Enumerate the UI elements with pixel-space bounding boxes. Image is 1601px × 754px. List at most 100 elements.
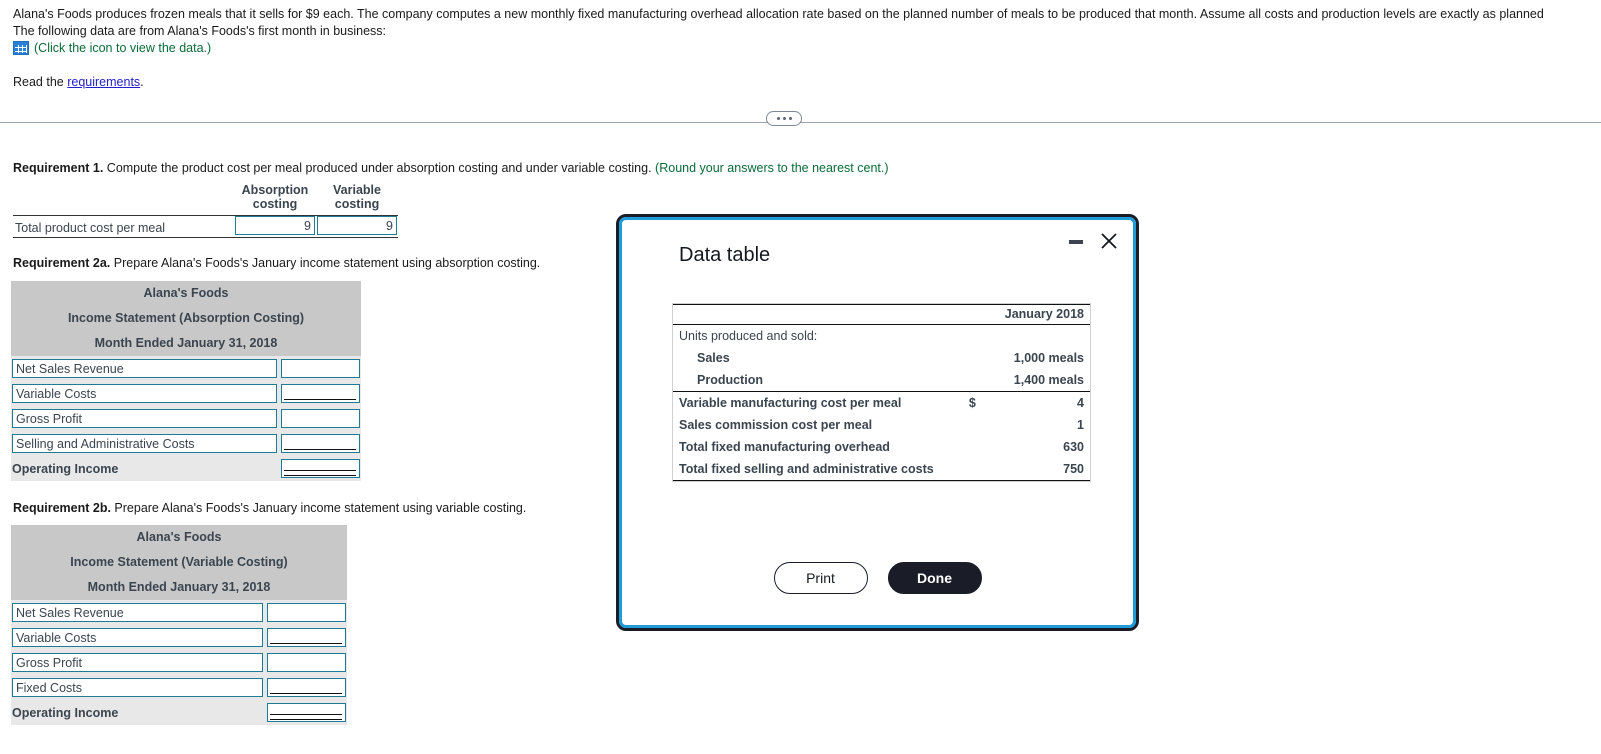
req1-variable-cell — [316, 215, 398, 238]
line-item-amount-input[interactable] — [281, 359, 360, 378]
data-row-amount: 1 — [1077, 418, 1084, 432]
data-row-currency — [963, 414, 991, 436]
operating-income-label: Operating Income — [11, 456, 279, 481]
row-label-cell — [11, 356, 279, 381]
table-row: Units produced and sold: — [673, 325, 1090, 348]
requirements-link[interactable]: requirements — [67, 75, 140, 89]
requirement-2b-heading: Requirement 2b. Prepare Alana's Foods's … — [13, 501, 526, 515]
data-row-amount: 1,000 meals — [1013, 351, 1084, 365]
requirement-1-table: Absorption costing Variable costing Tota… — [13, 183, 398, 238]
table-row: Sales commission cost per meal 1 — [673, 414, 1090, 436]
line-item-label-input[interactable] — [12, 384, 277, 403]
table-row: Sales 1,000 meals — [673, 347, 1090, 369]
row-label-cell — [11, 625, 265, 650]
close-icon[interactable] — [1099, 231, 1119, 251]
minimize-icon[interactable] — [1069, 231, 1084, 249]
line-item-amount-input[interactable] — [267, 628, 346, 647]
req1-absorption-cell — [234, 215, 316, 238]
row-value-cell — [279, 406, 361, 431]
dot-icon — [788, 117, 792, 120]
req1-row-label: Total product cost per meal — [13, 215, 234, 238]
data-table-content: January 2018 Units produced and sold: Sa… — [672, 303, 1091, 482]
row-value-cell — [279, 431, 361, 456]
page-root: Alana's Foods produces frozen meals that… — [0, 0, 1601, 754]
operating-income-label: Operating Income — [11, 700, 265, 725]
line-item-amount-input[interactable] — [281, 409, 360, 428]
table-row — [11, 675, 347, 700]
statement-title-company: Alana's Foods — [11, 281, 361, 306]
data-row-amount: 4 — [1077, 396, 1084, 410]
table-row: Total fixed manufacturing overhead 630 — [673, 436, 1090, 458]
problem-line-2: The following data are from Alana's Food… — [13, 24, 387, 38]
read-suffix: . — [140, 75, 144, 89]
data-row-currency — [962, 458, 991, 481]
statement-title-row: Month Ended January 31, 2018 — [11, 331, 361, 356]
data-table-dialog: Data table January 2018 Units produced a… — [616, 214, 1139, 631]
row-label-cell — [11, 431, 279, 456]
row-value-cell — [265, 650, 347, 675]
absorption-income-statement: Alana's Foods Income Statement (Absorpti… — [11, 281, 361, 481]
requirement-1-heading: Requirement 1. Compute the product cost … — [13, 161, 889, 175]
line-item-label-input[interactable] — [12, 678, 263, 697]
requirement-2a-heading: Requirement 2a. Prepare Alana's Foods's … — [13, 256, 540, 270]
data-row-amount: 750 — [990, 458, 1090, 481]
row-label-cell — [11, 675, 265, 700]
line-item-amount-input[interactable] — [267, 603, 346, 622]
data-icon-caption: (Click the icon to view the data.) — [34, 41, 212, 55]
dot-icon — [782, 117, 786, 120]
line-item-label-input[interactable] — [12, 359, 277, 378]
req1-blank-header — [13, 183, 234, 216]
line-item-label-input[interactable] — [12, 653, 263, 672]
operating-income-input[interactable] — [281, 459, 360, 478]
requirement-1-label: Requirement 1. — [13, 161, 104, 175]
dialog-inner: Data table January 2018 Units produced a… — [619, 217, 1136, 628]
data-table-icon-row[interactable]: (Click the icon to view the data.) — [13, 41, 211, 55]
data-row-name: Total fixed selling and administrative c… — [673, 458, 963, 481]
req1-header-variable-line1: Variable — [333, 183, 381, 197]
line-item-amount-input[interactable] — [267, 678, 346, 697]
row-label-cell — [11, 406, 279, 431]
statement-title-row: Alana's Foods — [11, 525, 347, 550]
dot-icon — [776, 117, 780, 120]
line-item-amount-input[interactable] — [281, 384, 360, 403]
data-row-name: Sales commission cost per meal — [679, 418, 873, 432]
section-currency — [963, 325, 991, 348]
section-amount — [991, 325, 1090, 348]
table-row: Variable manufacturing cost per meal $ 4 — [673, 392, 1090, 415]
table-row — [11, 600, 347, 625]
variable-cost-input[interactable] — [317, 216, 397, 235]
line-item-amount-input[interactable] — [267, 653, 346, 672]
req1-header-absorption: Absorption costing — [234, 183, 316, 216]
problem-line-1: Alana's Foods produces frozen meals that… — [13, 7, 1544, 21]
print-button[interactable]: Print — [773, 562, 868, 594]
row-label-cell — [11, 600, 265, 625]
spreadsheet-icon[interactable] — [13, 41, 29, 55]
line-item-label-input[interactable] — [12, 628, 263, 647]
row-value-cell — [265, 700, 347, 725]
row-value-cell — [265, 625, 347, 650]
data-row-name: Production — [673, 369, 963, 392]
done-button[interactable]: Done — [887, 562, 982, 594]
row-label-cell — [11, 381, 279, 406]
line-item-label-input[interactable] — [12, 434, 277, 453]
line-item-label-input[interactable] — [12, 603, 263, 622]
row-value-cell — [265, 600, 347, 625]
line-item-amount-input[interactable] — [281, 434, 360, 453]
absorption-cost-input[interactable] — [235, 216, 315, 235]
statement-title-type: Income Statement (Variable Costing) — [11, 550, 347, 575]
table-row — [11, 431, 361, 456]
divider-ellipsis-button[interactable] — [766, 111, 802, 126]
operating-income-input[interactable] — [267, 703, 346, 722]
data-row-currency — [963, 436, 991, 458]
statement-title-row: Income Statement (Absorption Costing) — [11, 306, 361, 331]
table-row-total: Operating Income — [11, 456, 361, 481]
statement-title-row: Income Statement (Variable Costing) — [11, 550, 347, 575]
read-prefix: Read the — [13, 75, 68, 89]
statement-title-company: Alana's Foods — [11, 525, 347, 550]
line-item-label-input[interactable] — [12, 409, 277, 428]
statement-title-row: Alana's Foods — [11, 281, 361, 306]
row-value-cell — [279, 456, 361, 481]
data-row-currency: $ — [968, 396, 976, 410]
table-row — [11, 625, 347, 650]
data-table-currency-header — [962, 304, 991, 325]
